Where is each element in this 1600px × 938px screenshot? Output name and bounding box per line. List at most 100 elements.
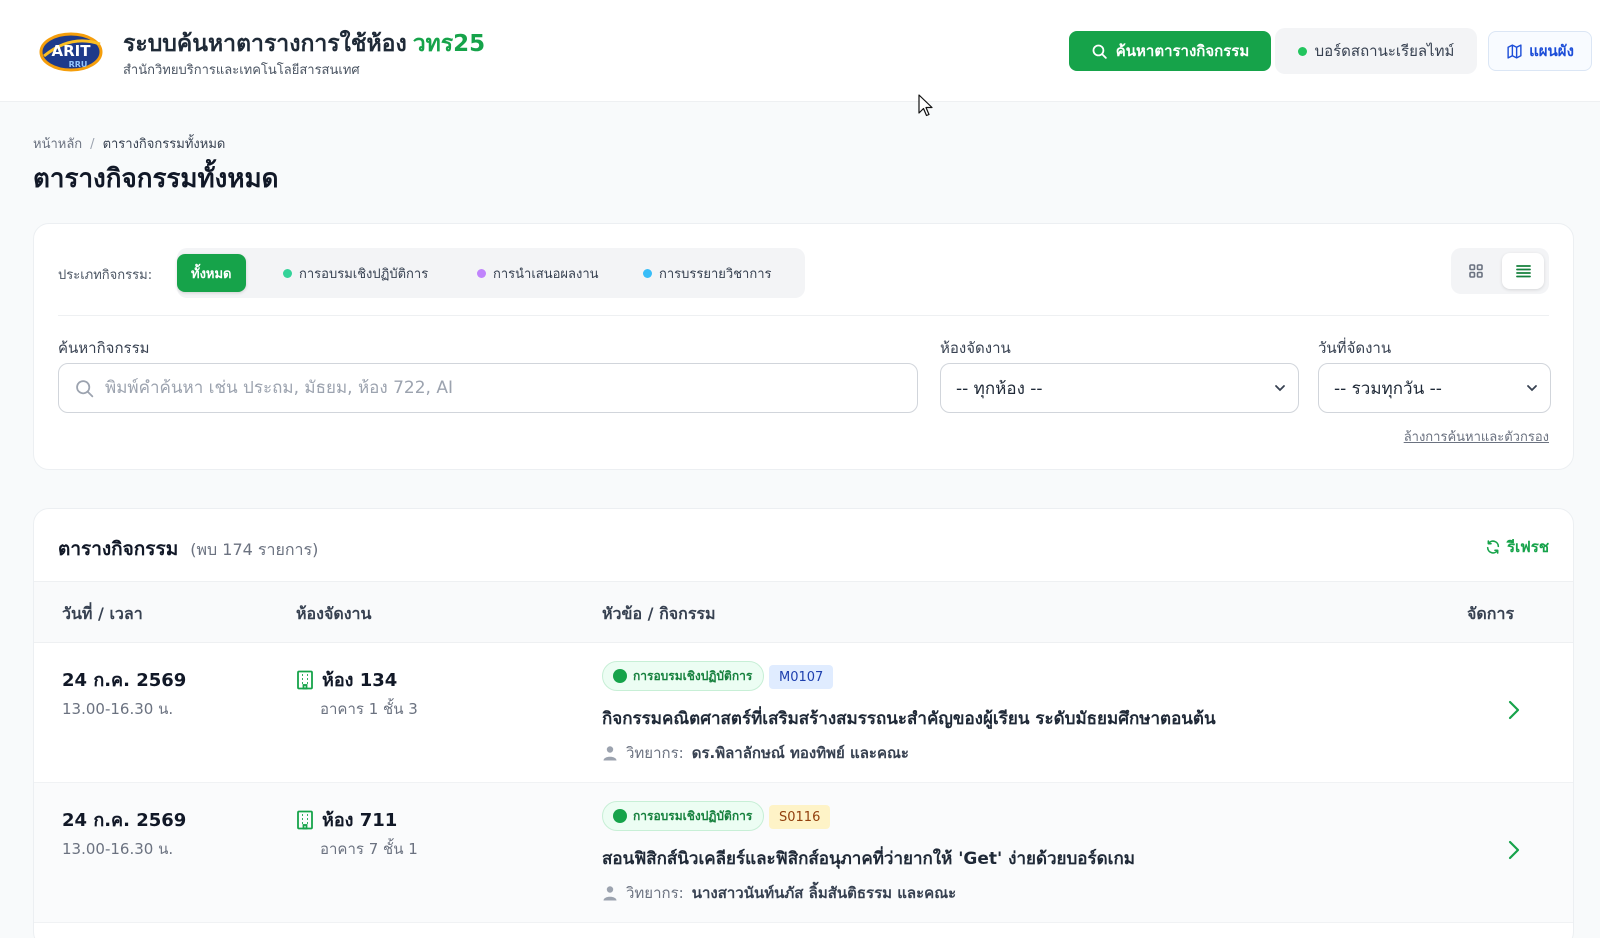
speaker-name: นางสาวนันท์นภัส ลิ้มสันติธรรม และคณะ	[691, 884, 957, 902]
svg-text:RRU: RRU	[69, 60, 88, 69]
activity-type-label: ประเภทกิจกรรม:	[58, 268, 153, 283]
row-speaker: วิทยากร: นางสาวนันท์นภัส ลิ้มสันติธรรม แ…	[602, 881, 956, 905]
breadcrumb: หน้าหลัก / ตารางกิจกรรมทั้งหมด	[33, 133, 225, 154]
table-header: วันที่ / เวลา ห้องจัดงาน หัวข้อ / กิจกรร…	[34, 581, 1573, 643]
refresh-icon	[1486, 540, 1500, 554]
row-time: 13.00-16.30 น.	[62, 700, 174, 718]
map-icon	[1507, 43, 1522, 59]
row-room: ห้อง 711	[296, 805, 397, 834]
room-select-value: -- ทุกห้อง --	[956, 378, 1043, 399]
status-board-button[interactable]: บอร์ดสถานะเรียลไทม์	[1275, 28, 1477, 74]
activity-code-badge: M0107	[769, 665, 834, 689]
user-icon	[603, 746, 617, 761]
table-row[interactable]: 24 ก.ค. 2569 13.00-16.30 น. ห้อง 711 อาค…	[34, 783, 1573, 923]
filter-divider	[58, 315, 1549, 316]
list-view-button[interactable]	[1502, 253, 1544, 289]
row-date: 24 ก.ค. 2569	[62, 810, 187, 831]
mouse-cursor-icon	[918, 94, 933, 117]
app-title-text: ระบบค้นหาตารางการใช้ห้อง	[123, 31, 407, 57]
activity-type-tabs: ทั้งหมด การอบรมเชิงปฏิบัติการ การนำเสนอผ…	[177, 248, 805, 298]
row-topic: กิจกรรมคณิตศาสตร์ที่เสริมสร้างสมรรถนะสำค…	[602, 709, 1216, 729]
page-title: ตารางกิจกรรมทั้งหมด	[33, 164, 279, 194]
result-count: (พบ 174 รายการ)	[190, 540, 319, 559]
chevron-down-icon	[1275, 385, 1285, 392]
activity-type-badge: การอบรมเชิงปฏิบัติการ	[602, 801, 765, 831]
table-title: ตารางกิจกรรม (พบ 174 รายการ)	[58, 534, 318, 564]
map-button[interactable]: แผนผัง	[1488, 31, 1592, 71]
type-tab-all[interactable]: ทั้งหมด	[177, 254, 246, 292]
row-room-name: ห้อง 711	[322, 810, 398, 831]
column-header-topic: หัวข้อ / กิจกรรม	[602, 604, 716, 623]
map-label: แผนผัง	[1529, 42, 1574, 60]
row-building: อาคาร 1 ชั้น 3	[320, 700, 418, 718]
table-row[interactable]: 24 ก.ค. 2569 13.00-16.30 น. ห้อง 134 อาค…	[34, 643, 1573, 783]
search-field[interactable]	[58, 363, 918, 413]
breadcrumb-separator: /	[90, 137, 95, 152]
speaker-name: ดร.พิลาลักษณ์ ทองทิพย์ และคณะ	[691, 744, 909, 762]
row-speaker: วิทยากร: ดร.พิลาลักษณ์ ทองทิพย์ และคณะ	[602, 741, 909, 765]
chevron-right-icon[interactable]	[1507, 839, 1521, 861]
filter-panel: ประเภทกิจกรรม: ทั้งหมด การอบรมเชิงปฏิบัต…	[33, 223, 1574, 470]
room-label: ห้องจัดงาน	[940, 339, 1011, 357]
clear-filters-link[interactable]: ล้างการค้นหาและตัวกรอง	[1404, 426, 1549, 447]
activity-table-card: ตารางกิจกรรม (พบ 174 รายการ) รีเฟรช วันที…	[33, 508, 1574, 938]
search-schedule-button[interactable]: ค้นหาตารางกิจกรรม	[1069, 31, 1271, 71]
presentation-dot	[477, 268, 486, 278]
row-date: 24 ก.ค. 2569	[62, 670, 187, 691]
search-label: ค้นหากิจกรรม	[58, 339, 150, 357]
badge-dot	[613, 809, 627, 823]
building-icon	[297, 670, 313, 689]
user-icon	[603, 886, 617, 901]
activity-type-badge: การอบรมเชิงปฏิบัติการ	[602, 661, 765, 691]
type-tab-presentation[interactable]: การนำเสนอผลงาน	[463, 254, 613, 292]
app-title: ระบบค้นหาตารางการใช้ห้อง วทร25	[123, 26, 485, 62]
arit-logo[interactable]: ARIT RRU	[38, 26, 104, 74]
activity-code-badge: S0116	[769, 805, 831, 829]
date-label: วันที่จัดงาน	[1318, 339, 1392, 357]
chevron-down-icon	[1527, 385, 1537, 392]
live-status-dot	[1297, 46, 1307, 56]
badge-type-label: การอบรมเชิงปฏิบัติการ	[633, 808, 753, 823]
search-input[interactable]	[105, 364, 905, 412]
room-select[interactable]: -- ทุกห้อง --	[940, 363, 1299, 413]
refresh-button[interactable]: รีเฟรช	[1485, 535, 1549, 559]
date-select[interactable]: -- รวมทุกวัน --	[1318, 363, 1551, 413]
row-room-name: ห้อง 134	[322, 670, 398, 691]
row-time: 13.00-16.30 น.	[62, 840, 174, 858]
speaker-label: วิทยากร:	[626, 884, 684, 902]
workshop-dot	[283, 268, 292, 278]
row-room: ห้อง 134	[296, 665, 397, 694]
table-title-text: ตารางกิจกรรม	[58, 538, 179, 560]
type-tab-label: การนำเสนอผลงาน	[493, 266, 599, 282]
row-building: อาคาร 7 ชั้น 1	[320, 840, 418, 858]
type-tab-workshop[interactable]: การอบรมเชิงปฏิบัติการ	[269, 254, 442, 292]
search-icon	[76, 380, 94, 398]
search-icon	[1092, 44, 1107, 59]
type-tab-label: การบรรยายวิชาการ	[659, 266, 772, 282]
lecture-dot	[643, 268, 652, 278]
column-header-actions: จัดการ	[1467, 604, 1515, 623]
refresh-label: รีเฟรช	[1506, 538, 1549, 556]
type-tab-lecture[interactable]: การบรรยายวิชาการ	[629, 254, 785, 292]
view-toggle	[1451, 248, 1549, 294]
top-header: ARIT RRU ระบบค้นหาตารางการใช้ห้อง วทร25 ส…	[0, 0, 1600, 102]
badge-type-label: การอบรมเชิงปฏิบัติการ	[633, 668, 753, 683]
app-subtitle: สำนักวิทยบริการและเทคโนโลยีสารสนเทศ	[123, 63, 360, 78]
grid-view-button[interactable]	[1455, 253, 1497, 289]
column-header-datetime: วันที่ / เวลา	[62, 604, 143, 623]
svg-text:ARIT: ARIT	[52, 42, 92, 60]
column-header-room: ห้องจัดงาน	[296, 604, 372, 623]
status-board-label: บอร์ดสถานะเรียลไทม์	[1314, 42, 1455, 60]
breadcrumb-home[interactable]: หน้าหลัก	[33, 137, 82, 152]
building-icon	[297, 810, 313, 829]
chevron-right-icon[interactable]	[1507, 699, 1521, 721]
search-schedule-label: ค้นหาตารางกิจกรรม	[1115, 42, 1250, 60]
breadcrumb-current: ตารางกิจกรรมทั้งหมด	[102, 137, 226, 152]
type-tab-label: ทั้งหมด	[191, 266, 232, 282]
badge-dot	[613, 669, 627, 683]
type-tab-label: การอบรมเชิงปฏิบัติการ	[299, 266, 429, 282]
grid-icon	[1469, 264, 1483, 278]
row-topic: สอนฟิสิกส์นิวเคลียร์และฟิสิกส์อนุภาคที่ว…	[602, 849, 1135, 869]
list-icon	[1515, 265, 1531, 278]
date-select-value: -- รวมทุกวัน --	[1334, 378, 1442, 399]
